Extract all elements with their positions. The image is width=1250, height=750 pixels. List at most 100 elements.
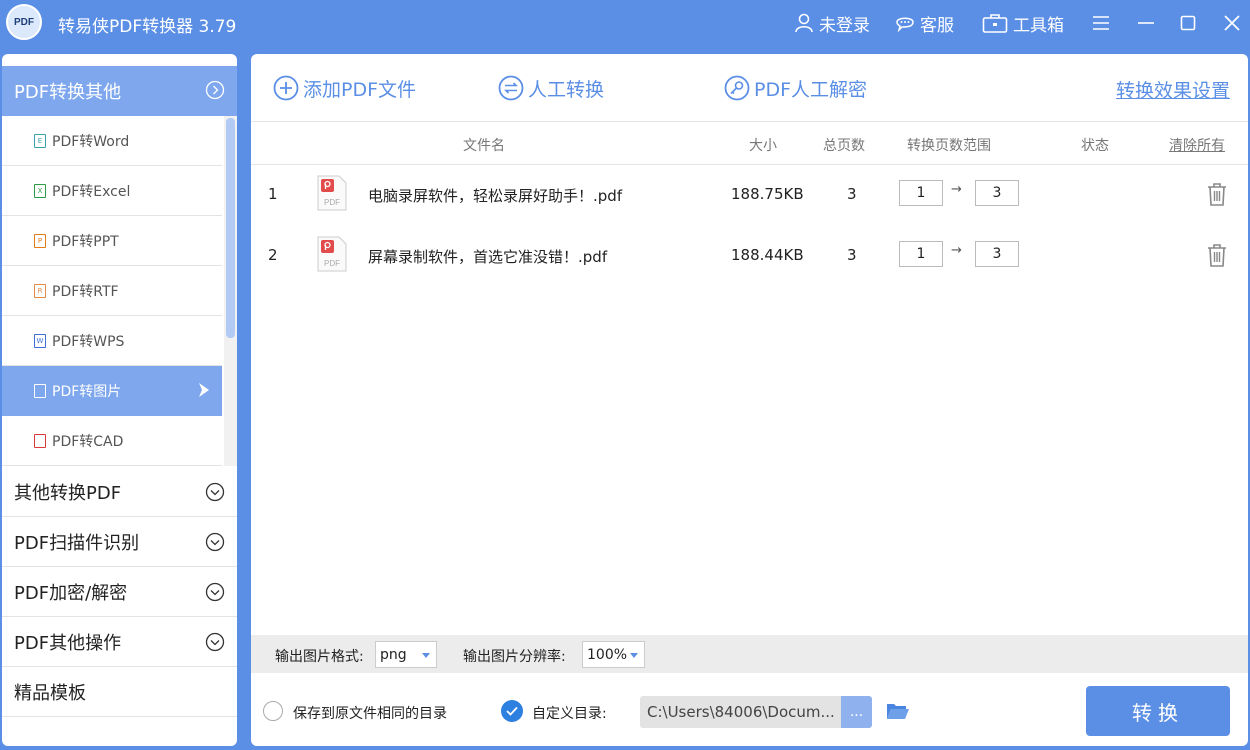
- close-button[interactable]: [1218, 10, 1246, 36]
- clear-all-link[interactable]: 清除所有: [1169, 135, 1225, 155]
- sidebar-item-pdf-to-image[interactable]: PDF转图片: [2, 366, 222, 416]
- row-size: 188.44KB: [731, 246, 804, 264]
- title-bar: PDF 转易侠PDF转换器 3.79 未登录 客服 工具箱: [0, 0, 1250, 48]
- page-from-input[interactable]: 1: [899, 180, 943, 206]
- main-panel: 添加PDF文件 人工转换 PDF人工解密 转换效果设置 文件名 大小 总页数 转…: [251, 54, 1248, 746]
- range-arrow: →: [951, 182, 962, 197]
- row-filename: 电脑录屏软件，轻松录屏好助手！.pdf: [368, 187, 623, 205]
- format-label: 输出图片格式:: [275, 649, 364, 665]
- sidebar-category-other-to-pdf[interactable]: 其他转换PDF: [2, 467, 237, 517]
- header-size: 大小: [749, 138, 777, 154]
- play-arrow-icon: [199, 383, 209, 397]
- page-from-input[interactable]: 1: [899, 241, 943, 267]
- excel-icon-letter: X: [37, 186, 43, 195]
- user-icon: [795, 13, 813, 33]
- rtf-icon-letter: R: [37, 286, 43, 295]
- close-icon: [1224, 15, 1240, 31]
- service-button[interactable]: 客服: [895, 10, 954, 36]
- table-header: 文件名 大小 总页数 转换页数范围 状态 清除所有: [251, 123, 1248, 165]
- rtf-file-icon: R: [34, 283, 46, 298]
- category-label: PDF其他操作: [14, 632, 122, 654]
- same-dir-label: 保存到原文件相同的目录: [293, 706, 447, 722]
- category-label: 精品模板: [14, 682, 86, 704]
- dropdown-caret-icon: [422, 653, 430, 658]
- toolbox-icon: [982, 14, 1008, 33]
- minimize-button[interactable]: [1132, 10, 1160, 36]
- conversion-settings-link[interactable]: 转换效果设置: [1116, 76, 1230, 103]
- page-to-input[interactable]: 3: [975, 241, 1019, 267]
- add-pdf-button[interactable]: 添加PDF文件: [273, 74, 416, 102]
- app-title: 转易侠PDF转换器 3.79: [58, 17, 237, 37]
- output-path-field[interactable]: C:\Users\84006\Docum...: [640, 696, 841, 728]
- row-index: 2: [268, 246, 278, 264]
- row-index: 1: [268, 185, 278, 203]
- format-value: png: [380, 646, 407, 663]
- folder-open-icon[interactable]: [886, 701, 910, 721]
- chevron-right-circle-icon: [205, 80, 225, 100]
- sidebar: PDF转换其他 E PDF转Word X PDF转Excel P PDF转PPT…: [2, 54, 237, 746]
- category-label: PDF扫描件识别: [14, 532, 140, 554]
- output-options-bar: 输出图片格式: png 输出图片分辨率: 100%: [251, 635, 1248, 673]
- minimize-icon: [1138, 22, 1154, 24]
- chevron-down-circle-icon: [205, 582, 225, 602]
- dropdown-caret-icon: [630, 653, 638, 658]
- ppt-file-icon: P: [34, 233, 46, 248]
- resolution-select[interactable]: 100%: [582, 641, 645, 668]
- sidebar-scrollbar[interactable]: [224, 116, 237, 466]
- chevron-down-circle-icon: [205, 532, 225, 552]
- chevron-down-circle-icon: [205, 632, 225, 652]
- header-page-range: 转换页数范围: [907, 138, 991, 154]
- cad-file-icon: [34, 433, 46, 448]
- toolbox-label: 工具箱: [1013, 15, 1064, 36]
- manual-decrypt-button[interactable]: PDF人工解密: [724, 74, 867, 102]
- wps-icon-letter: W: [36, 336, 44, 345]
- sidebar-item-pdf-to-cad[interactable]: PDF转CAD: [2, 416, 222, 466]
- same-dir-radio[interactable]: [263, 701, 283, 721]
- login-button[interactable]: 未登录: [794, 10, 870, 36]
- sidebar-item-pdf-to-wps[interactable]: W PDF转WPS: [2, 316, 222, 366]
- category-label: 其他转换PDF: [14, 482, 122, 504]
- login-label: 未登录: [819, 15, 870, 36]
- resolution-value: 100%: [587, 646, 628, 663]
- sidebar-item-pdf-to-excel[interactable]: X PDF转Excel: [2, 166, 222, 216]
- range-arrow: →: [951, 243, 962, 258]
- sidebar-category-other-operations[interactable]: PDF其他操作: [2, 617, 237, 667]
- maximize-icon: [1180, 15, 1196, 31]
- custom-dir-checkbox[interactable]: [501, 700, 523, 722]
- app-logo: PDF: [6, 4, 42, 40]
- menu-button[interactable]: [1087, 10, 1115, 36]
- wps-file-icon: W: [34, 333, 46, 348]
- pdf-file-icon: PDF: [317, 175, 347, 211]
- chat-bubble-icon: [896, 17, 914, 33]
- sidebar-item-pdf-to-ppt[interactable]: P PDF转PPT: [2, 216, 222, 266]
- toolbox-button[interactable]: 工具箱: [982, 10, 1064, 36]
- sidebar-item-pdf-to-rtf[interactable]: R PDF转RTF: [2, 266, 222, 316]
- custom-dir-label: 自定义目录:: [532, 706, 607, 722]
- scrollbar-thumb[interactable]: [226, 118, 235, 338]
- app-logo-text: PDF: [14, 16, 34, 28]
- sidebar-header-pdf-to-other[interactable]: PDF转换其他: [2, 66, 237, 116]
- resolution-label: 输出图片分辨率:: [463, 649, 566, 665]
- page-to-input[interactable]: 3: [975, 180, 1019, 206]
- maximize-button[interactable]: [1174, 10, 1202, 36]
- sidebar-item-pdf-to-word[interactable]: E PDF转Word: [2, 116, 222, 166]
- table-row: 1 PDF 电脑录屏软件，轻松录屏好助手！.pdf 188.75KB 3 1 →…: [251, 165, 1248, 225]
- convert-button[interactable]: 转换: [1086, 686, 1230, 736]
- sidebar-category-scan-ocr[interactable]: PDF扫描件识别: [2, 517, 237, 567]
- trash-icon[interactable]: [1206, 242, 1228, 268]
- category-label: PDF加密/解密: [14, 582, 128, 604]
- word-icon-letter: E: [37, 136, 43, 145]
- browse-button[interactable]: ...: [841, 696, 872, 728]
- add-pdf-label: 添加PDF文件: [303, 78, 417, 101]
- row-pages: 3: [847, 246, 857, 264]
- sidebar-category-encrypt-decrypt[interactable]: PDF加密/解密: [2, 567, 237, 617]
- trash-icon[interactable]: [1206, 181, 1228, 207]
- manual-convert-button[interactable]: 人工转换: [498, 74, 604, 102]
- header-filename: 文件名: [463, 138, 505, 154]
- sidebar-category-templates[interactable]: 精品模板: [2, 667, 237, 717]
- toolbar: 添加PDF文件 人工转换 PDF人工解密 转换效果设置: [251, 54, 1248, 122]
- key-circle-icon: [724, 75, 750, 101]
- pdf-file-type-label: PDF: [324, 259, 340, 268]
- format-select[interactable]: png: [375, 641, 437, 668]
- pdf-file-type-label: PDF: [324, 198, 340, 207]
